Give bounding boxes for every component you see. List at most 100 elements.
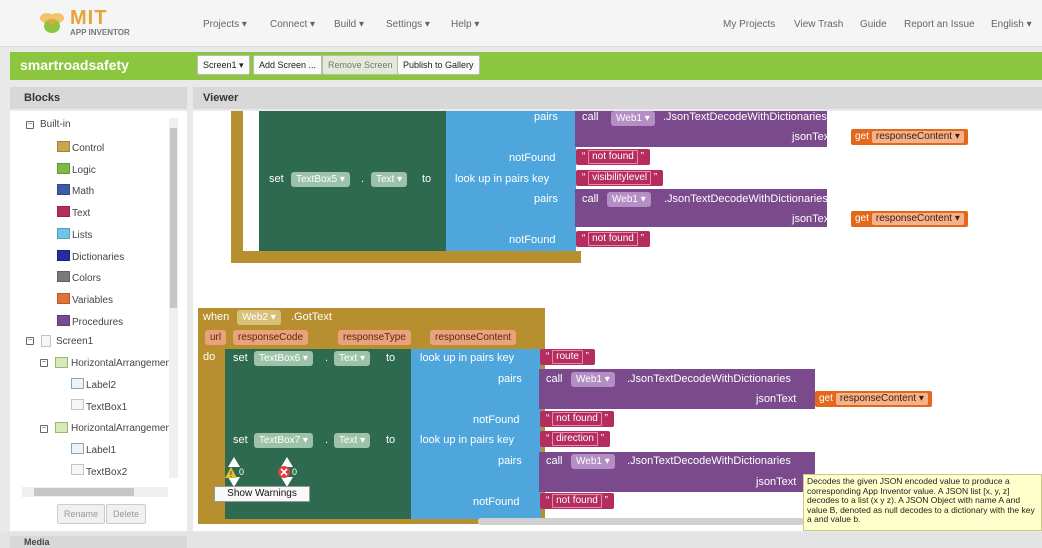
get-block[interactable]: get responseContent ▾ <box>851 129 968 145</box>
tree-item-harr1[interactable]: HorizontalArrangemen <box>71 358 169 369</box>
screen-select[interactable]: Screen1 ▾ <box>197 55 250 75</box>
link-my-projects[interactable]: My Projects <box>723 19 775 30</box>
string-value[interactable]: visibilitylevel <box>588 171 652 185</box>
tree-item-label2[interactable]: Label2 <box>86 380 116 391</box>
set-block-body[interactable] <box>259 111 449 251</box>
to-label: to <box>386 352 396 364</box>
component-dropdown[interactable]: Web1 ▾ <box>607 192 651 207</box>
textbox7-dropdown[interactable]: TextBox7 ▾ <box>254 433 313 448</box>
publish-gallery-button[interactable]: Publish to Gallery <box>397 55 480 75</box>
project-name: smartroadsafety <box>20 57 129 73</box>
tree-builtin[interactable]: Built-in <box>40 119 71 130</box>
dot-label: . <box>325 352 329 364</box>
add-screen-button[interactable]: Add Screen ... <box>253 55 323 75</box>
string-value[interactable]: not found <box>588 232 638 246</box>
category-dictionaries[interactable]: Dictionaries <box>72 252 124 263</box>
text-string-block[interactable]: “ direction ” <box>540 431 611 447</box>
text-property-dropdown[interactable]: Text ▾ <box>334 351 371 366</box>
category-text[interactable]: Text <box>72 208 90 219</box>
tree-vertical-scrollbar[interactable] <box>169 118 178 478</box>
app-inventor-logo[interactable]: MIT APP INVENTOR <box>32 7 142 39</box>
method-label: .JsonTextDecodeWithDictionaries <box>627 455 791 467</box>
link-guide[interactable]: Guide <box>860 19 887 30</box>
viewer-panel-header: Viewer <box>193 87 1042 109</box>
method-label: .JsonTextDecodeWithDictionaries <box>664 193 828 205</box>
pairs-label: pairs <box>534 193 558 205</box>
string-value[interactable]: not found <box>552 494 602 508</box>
link-view-trash[interactable]: View Trash <box>794 19 843 30</box>
harr2-collapse-toggle[interactable]: − <box>40 425 48 433</box>
tree-item-harr2[interactable]: HorizontalArrangemen <box>71 423 169 434</box>
param-response-type[interactable]: responseType <box>338 330 411 345</box>
param-response-content[interactable]: responseContent <box>430 330 517 345</box>
category-colors[interactable]: Colors <box>72 273 101 284</box>
harr1-collapse-toggle[interactable]: − <box>40 359 48 367</box>
not-found-label: notFound <box>473 414 520 426</box>
response-content-dropdown[interactable]: responseContent ▾ <box>871 213 964 225</box>
menu-help[interactable]: Help ▾ <box>451 19 479 30</box>
event-block-footer[interactable] <box>231 251 581 263</box>
string-value[interactable]: not found <box>588 150 638 164</box>
category-variables[interactable]: Variables <box>72 295 113 306</box>
string-value[interactable]: route <box>552 350 583 364</box>
json-text-label: jsonText <box>756 393 797 405</box>
lookup-label: look up in pairs key <box>420 352 515 364</box>
show-warnings-button[interactable]: Show Warnings <box>214 486 310 502</box>
param-response-code[interactable]: responseCode <box>233 330 309 345</box>
delete-button[interactable]: Delete <box>106 504 147 524</box>
tree-item-label1[interactable]: Label1 <box>86 445 116 456</box>
tree-item-textbox2[interactable]: TextBox2 <box>86 467 127 478</box>
menu-settings[interactable]: Settings ▾ <box>386 19 430 30</box>
param-url[interactable]: url <box>205 330 227 345</box>
response-content-dropdown[interactable]: responseContent ▾ <box>835 393 928 405</box>
menu-projects[interactable]: Projects ▾ <box>203 19 247 30</box>
tree-item-textbox1[interactable]: TextBox1 <box>86 402 127 413</box>
category-procedures[interactable]: Procedures <box>72 317 123 328</box>
builtin-collapse-toggle[interactable]: − <box>26 121 34 129</box>
event-block-body[interactable] <box>231 111 243 261</box>
get-block[interactable]: get responseContent ▾ <box>851 211 968 227</box>
menu-language[interactable]: English ▾ <box>991 19 1032 30</box>
up-arrow-icon[interactable] <box>228 457 240 467</box>
horizontal-arrangement-icon <box>55 422 68 433</box>
string-value[interactable]: not found <box>552 412 602 426</box>
component-dropdown[interactable]: Web1 ▾ <box>571 372 615 387</box>
web2-dropdown[interactable]: Web2 ▾ <box>237 310 281 325</box>
category-logic[interactable]: Logic <box>72 165 96 176</box>
text-string-block[interactable]: “ visibilitylevel ” <box>576 170 664 186</box>
textbox5-dropdown[interactable]: TextBox5 ▾ <box>291 172 350 187</box>
get-block[interactable]: get responseContent ▾ <box>815 391 932 407</box>
textbox6-dropdown[interactable]: TextBox6 ▾ <box>254 351 313 366</box>
tree-screen1[interactable]: Screen1 <box>56 336 93 347</box>
rename-button[interactable]: Rename <box>57 504 106 524</box>
component-dropdown[interactable]: Web1 ▾ <box>571 454 615 469</box>
blocks-panel-header: Blocks <box>10 87 187 109</box>
text-string-block[interactable]: “ not found ” <box>576 149 650 165</box>
menu-connect[interactable]: Connect ▾ <box>270 19 315 30</box>
menu-build[interactable]: Build ▾ <box>334 19 364 30</box>
response-content-dropdown[interactable]: responseContent ▾ <box>871 131 964 143</box>
logo-subtitle: APP INVENTOR <box>70 28 130 37</box>
error-icon <box>278 466 290 478</box>
link-report-issue[interactable]: Report an Issue <box>904 19 975 30</box>
text-property-dropdown[interactable]: Text ▾ <box>371 172 408 187</box>
component-dropdown[interactable]: Web1 ▾ <box>611 111 655 126</box>
category-math[interactable]: Math <box>72 186 94 197</box>
text-string-block[interactable]: “ not found ” <box>540 493 614 509</box>
when-label: when <box>203 311 230 323</box>
text-property-dropdown[interactable]: Text ▾ <box>334 433 371 448</box>
tree-horizontal-scrollbar[interactable] <box>22 487 168 497</box>
remove-screen-button[interactable]: Remove Screen <box>322 55 399 75</box>
screen1-collapse-toggle[interactable]: − <box>26 337 34 345</box>
workspace-horizontal-scrollbar[interactable] <box>478 518 804 525</box>
blocks-workspace[interactable]: pairs call Web1 ▾ .JsonTextDecodeWithDic… <box>193 111 1042 531</box>
to-label: to <box>386 434 396 446</box>
scrollbar-thumb[interactable] <box>34 488 134 496</box>
text-string-block[interactable]: “ not found ” <box>576 231 650 247</box>
scrollbar-thumb[interactable] <box>170 128 177 308</box>
text-string-block[interactable]: “ not found ” <box>540 411 614 427</box>
text-string-block[interactable]: “ route ” <box>540 349 596 365</box>
category-control[interactable]: Control <box>72 143 104 154</box>
category-lists[interactable]: Lists <box>72 230 93 241</box>
string-value[interactable]: direction <box>552 432 598 446</box>
